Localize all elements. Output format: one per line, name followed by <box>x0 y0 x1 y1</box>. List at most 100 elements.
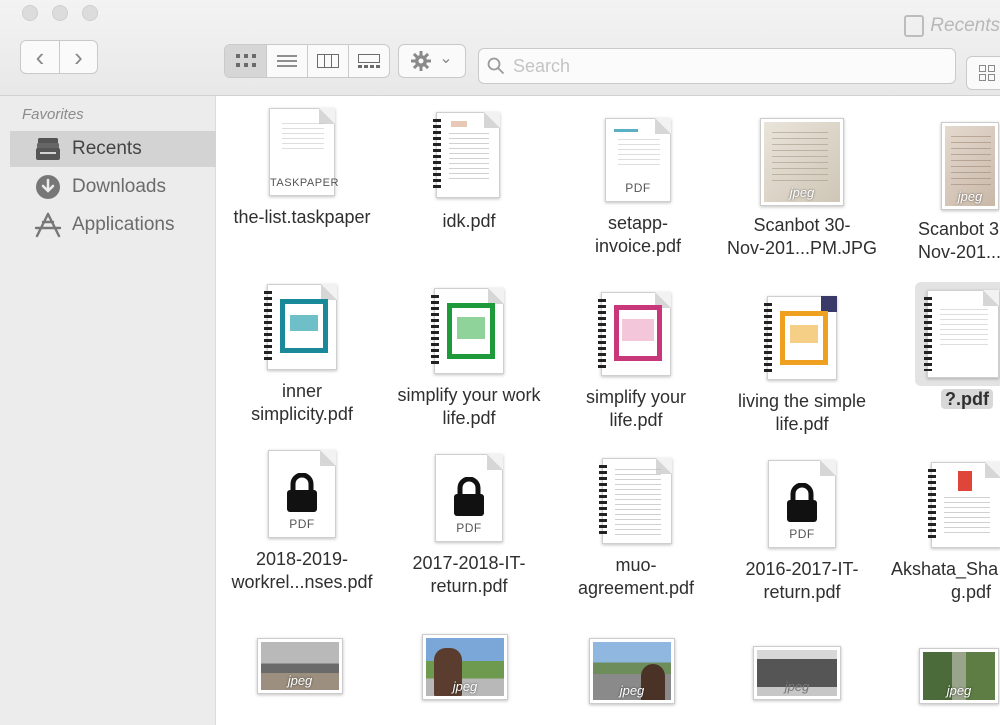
file-item[interactable]: simplify your work life.pdf <box>384 286 554 430</box>
recents-icon <box>904 15 925 37</box>
sidebar-item-downloads[interactable]: Downloads <box>10 169 216 205</box>
file-item[interactable]: Akshata_Sha g.pdf <box>885 460 1000 604</box>
file-type-badge: PDF <box>456 521 482 535</box>
file-item[interactable]: simplify your life.pdf <box>551 290 721 432</box>
group-by-button[interactable] <box>966 56 1000 90</box>
chevron-left-icon: ‹ <box>35 42 45 72</box>
file-item[interactable]: TASKPAPER the-list.taskpaper <box>217 106 387 229</box>
gallery-view-button[interactable] <box>348 45 389 77</box>
jpeg-thumbnail: jpeg <box>919 648 999 704</box>
search-input[interactable] <box>513 55 933 77</box>
file-item[interactable]: PDF 2018-2019- workrel...nses.pdf <box>217 448 387 594</box>
file-item[interactable]: PDF 2017-2018-IT-return.pdf <box>384 452 554 598</box>
close-window-button[interactable] <box>22 5 38 21</box>
file-item[interactable]: muo-agreement.pdf <box>551 456 721 600</box>
sidebar-item-applications[interactable]: Applications <box>10 207 216 243</box>
file-type-badge: PDF <box>289 517 315 531</box>
list-view-button[interactable] <box>266 45 307 77</box>
jpeg-thumbnail: jpeg <box>422 634 508 700</box>
applications-icon <box>34 211 62 239</box>
pdf-document-thumbnail <box>924 288 999 380</box>
sidebar-item-recents[interactable]: Recents <box>10 131 216 167</box>
window-title: Recents <box>904 15 1000 37</box>
search-field[interactable] <box>478 48 956 84</box>
list-lines-icon <box>277 55 297 67</box>
file-name: setapp-invoice.pdf <box>594 213 682 256</box>
file-type-badge: jpeg <box>287 673 313 688</box>
jpeg-thumbnail: jpeg <box>589 638 675 704</box>
back-button[interactable]: ‹ <box>21 41 59 73</box>
file-name: 2016-2017-IT-return.pdf <box>745 559 859 602</box>
file-name: the-list.taskpaper <box>233 207 371 227</box>
file-item[interactable]: jpeg Scanbot 30- Nov-201...PM.JPG <box>717 118 887 260</box>
gear-icon <box>411 51 432 71</box>
file-name: 2018-2019- workrel...nses.pdf <box>231 549 373 592</box>
file-name: muo-agreement.pdf <box>577 555 695 598</box>
file-item[interactable]: ?.pdf <box>885 282 1000 411</box>
jpeg-thumbnail: jpeg <box>257 638 343 694</box>
downloads-icon <box>34 173 62 201</box>
file-type-badge: PDF <box>789 527 815 541</box>
search-icon <box>487 57 505 75</box>
pdf-file-icon: PDF <box>266 448 338 540</box>
jpeg-thumbnail: jpeg <box>753 646 841 700</box>
pdf-document-thumbnail <box>598 290 673 378</box>
file-name: simplify your work life.pdf <box>397 385 541 428</box>
file-type-badge: jpeg <box>789 185 815 200</box>
toolbar: Recents ‹ › ⌄ Search <box>0 0 1000 96</box>
chevron-down-icon: ⌄ <box>439 50 453 67</box>
file-type-badge: jpeg <box>619 683 645 698</box>
pdf-document-thumbnail <box>764 294 839 382</box>
pdf-file-icon: PDF <box>766 458 838 550</box>
file-type-badge: TASKPAPER <box>270 177 339 189</box>
lock-icon <box>287 473 317 512</box>
column-view-button[interactable] <box>307 45 348 77</box>
file-name: simplify your life.pdf <box>585 387 687 430</box>
icon-grid-icon <box>235 54 256 67</box>
jpeg-thumbnail: jpeg <box>941 122 999 210</box>
file-type-badge: jpeg <box>957 189 983 204</box>
file-item[interactable]: inner simplicity.pdf <box>217 282 387 426</box>
view-mode-selector <box>224 44 390 78</box>
file-name: inner simplicity.pdf <box>251 381 353 424</box>
file-name: ?.pdf <box>885 388 1000 411</box>
jpeg-thumbnail: jpeg <box>760 118 844 206</box>
columns-icon <box>317 54 339 68</box>
file-type-badge: jpeg <box>452 679 478 694</box>
file-item[interactable]: idk.pdf <box>384 110 554 233</box>
lock-icon <box>787 483 817 522</box>
file-name: Scanbot 30- Nov-201...PM.JPG <box>726 215 878 258</box>
sidebar: Favorites Recents Downloads Applications <box>0 96 216 725</box>
gallery-icon <box>358 54 380 68</box>
file-name: Scanbot 3Nov-201...2 <box>918 219 1000 262</box>
pdf-document-thumbnail <box>433 110 504 202</box>
chevron-right-icon: › <box>74 42 83 72</box>
file-item[interactable]: PDF 2016-2017-IT-return.pdf <box>717 458 887 604</box>
file-name: 2017-2018-IT-return.pdf <box>412 553 526 596</box>
minimize-window-button[interactable] <box>52 5 68 21</box>
sidebar-item-label: Downloads <box>72 176 166 197</box>
action-menu-button[interactable]: ⌄ <box>398 44 466 78</box>
recents-icon <box>34 135 62 163</box>
window-title-label: Recents <box>930 15 1000 36</box>
icon-view-button[interactable] <box>225 45 266 77</box>
forward-button[interactable]: › <box>59 41 97 73</box>
file-name: idk.pdf <box>442 211 496 231</box>
pdf-document-thumbnail <box>928 460 1000 550</box>
file-name: living the simple life.pdf <box>737 391 867 434</box>
sidebar-item-label: Recents <box>72 138 142 159</box>
pdf-document-thumbnail <box>264 282 339 372</box>
lock-icon <box>454 477 484 516</box>
file-type-badge: jpeg <box>784 679 810 694</box>
file-grid: TASKPAPER the-list.taskpaper idk.pdf PDF… <box>217 96 1000 725</box>
file-item[interactable]: living the simple life.pdf <box>717 294 887 436</box>
pdf-file-icon: PDF <box>603 116 673 204</box>
file-name: Akshata_Sha g.pdf <box>891 559 999 602</box>
zoom-window-button[interactable] <box>82 5 98 21</box>
file-item[interactable]: PDF setapp-invoice.pdf <box>553 116 723 258</box>
sidebar-item-label: Applications <box>72 214 175 235</box>
file-item[interactable]: jpeg Scanbot 3Nov-201...2 <box>885 122 1000 264</box>
finder-window: Recents ‹ › ⌄ Search Favorites Recents D… <box>0 0 1000 725</box>
pdf-file-icon: PDF <box>433 452 505 544</box>
file-type-badge: PDF <box>625 181 651 195</box>
